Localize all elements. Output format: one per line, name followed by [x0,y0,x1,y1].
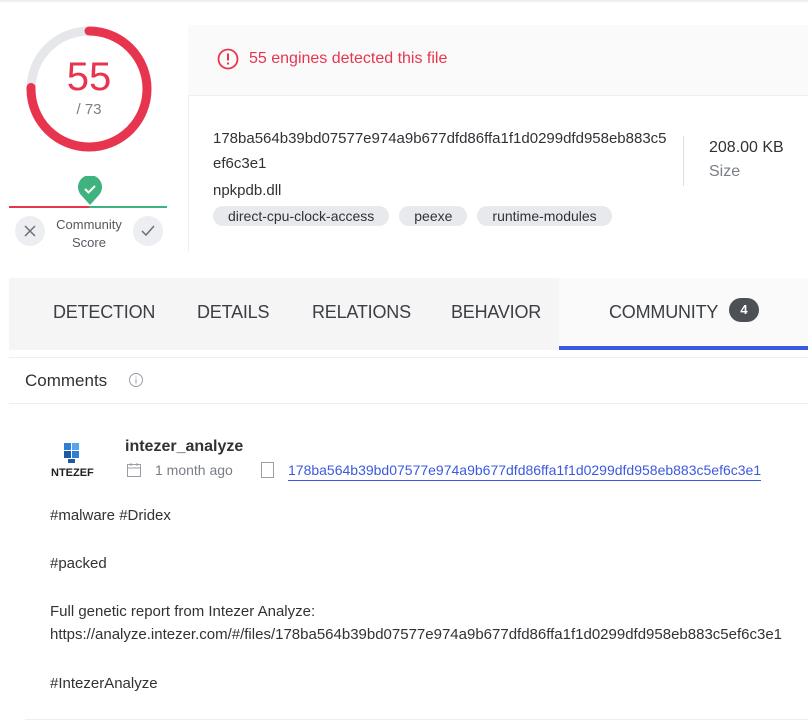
detection-score-total: / 73 [76,101,102,118]
close-icon [24,225,36,237]
community-score-label: Community Score [48,216,130,252]
file-info-border [188,95,189,252]
calendar-icon [127,463,141,477]
tab-community[interactable]: COMMUNITY [609,302,718,323]
file-name: npkpdb.dll [213,182,282,199]
info-icon[interactable] [128,372,144,388]
comment-text-line: #malware #Dridex [50,507,171,524]
file-icon [261,462,274,478]
file-tags: direct-cpu-clock-access peexe runtime-mo… [213,206,612,226]
file-size-value: 208.00 KB [709,139,784,156]
community-count-badge: 4 [729,298,759,322]
community-like-button[interactable] [133,216,163,246]
file-tag[interactable]: direct-cpu-clock-access [213,206,390,226]
alert-icon [217,48,239,70]
detection-score-number: 55 [66,55,112,99]
community-score-bar-positive [89,206,167,208]
comment-text-line: #IntezerAnalyze [50,675,158,692]
top-shadow [0,0,808,3]
community-score-marker-icon [78,176,102,205]
file-tag[interactable]: peexe [399,206,468,226]
community-dislike-button[interactable] [15,216,45,246]
comment-text-line: Full genetic report from Intezer Analyze… [50,603,316,620]
svg-text:NTEZEF: NTEZEF [51,467,94,479]
community-score-label-line1: Community [56,217,122,232]
file-tag[interactable]: runtime-modules [477,206,612,226]
comment-text-line: #packed [50,555,107,572]
comments-title: Comments [25,371,108,390]
divider [9,403,808,404]
tab-behavior[interactable]: BEHAVIOR [451,302,541,323]
comment-time: 1 month ago [155,462,233,478]
detection-message: 55 engines detected this file [249,50,448,67]
active-tab-indicator [559,346,808,350]
community-score-label-line2: Score [72,235,106,250]
tab-relations[interactable]: RELATIONS [312,302,411,323]
divider [25,719,808,720]
comment-report-link[interactable]: https://analyze.intezer.com/#/files/178b… [50,626,782,643]
file-info-divider [683,136,684,186]
comment-file-link[interactable]: 178ba564b39bd07577e974a9b677dfd86ffa1f1d… [288,462,762,481]
file-size-label: Size [709,163,741,180]
tab-detection[interactable]: DETECTION [53,302,155,323]
file-hash[interactable]: 178ba564b39bd07577e974a9b677dfd86ffa1f1d… [213,126,668,176]
divider [9,357,808,358]
comment-author[interactable]: intezer_analyze [125,438,243,456]
cube-logo-icon [64,443,79,463]
tab-details[interactable]: DETAILS [197,302,269,323]
check-icon [141,225,155,237]
community-score-bar-negative [9,206,89,208]
intezer-avatar: NTEZEF [51,443,94,479]
